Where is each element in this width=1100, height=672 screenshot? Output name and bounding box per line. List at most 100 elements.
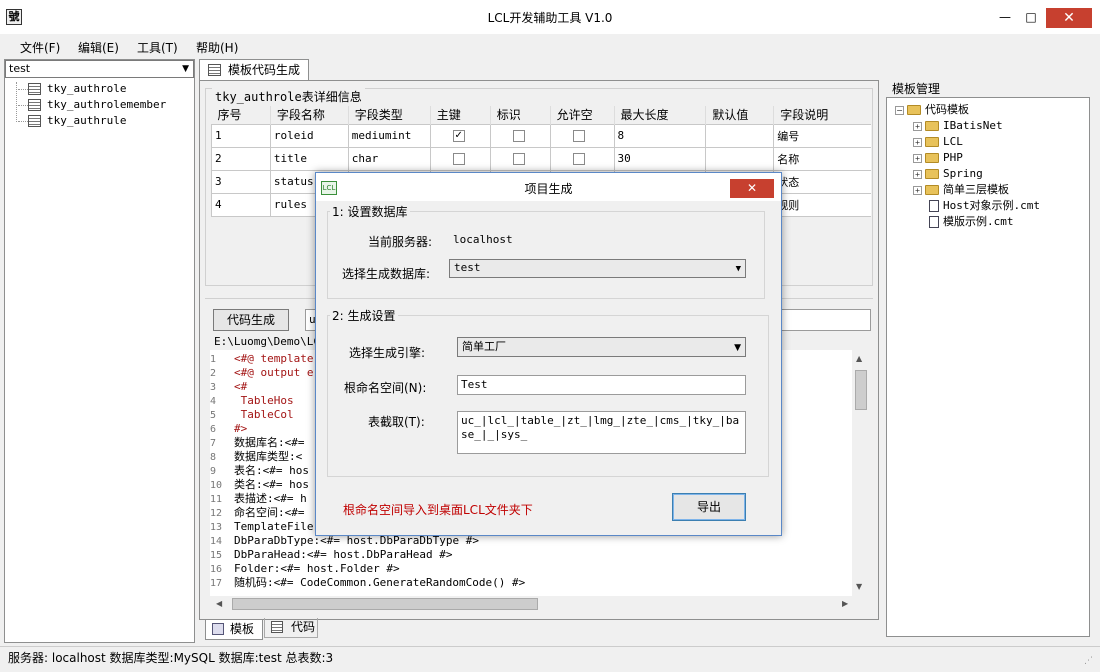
cell-desc[interactable]: 状态 [773,169,871,194]
cell-pk[interactable] [429,146,491,171]
scroll-right-icon[interactable]: ▶ [842,599,848,608]
cell-pk[interactable]: ✓ [429,123,491,148]
table-item[interactable]: tky_authrolemember [18,97,166,113]
cell-no[interactable]: 2 [211,146,271,171]
table-row[interactable]: 2 title char 30 名称 [211,146,871,171]
code-generate-button[interactable]: 代码生成 [213,309,289,331]
cell-desc[interactable]: 规则 [773,192,871,217]
folder-icon [925,137,939,147]
cell-desc[interactable]: 编号 [773,123,871,148]
cell-no[interactable]: 4 [211,192,271,217]
cell-type[interactable]: char [347,146,431,171]
cell-nullable[interactable] [549,123,615,148]
cell-maxlen[interactable]: 8 [613,123,707,148]
line-number: 17 [210,578,223,589]
cell-default[interactable] [705,123,775,148]
table-item[interactable]: tky_authrole [18,81,166,97]
col-header[interactable]: 字段名称 [270,106,349,124]
template-folder[interactable]: + LCL [913,134,1040,150]
collapse-icon[interactable]: − [895,105,904,115]
maximize-button[interactable]: □ [1016,8,1046,26]
cell-ident[interactable] [489,146,551,171]
expand-icon[interactable]: + [913,121,922,131]
line-text: 数据库名:<#= [234,436,305,449]
cell-no[interactable]: 1 [211,123,271,148]
table-icon [28,83,41,95]
namespace-input[interactable]: Test [457,375,746,395]
checkbox[interactable] [452,153,465,165]
project-generate-dialog: LCL 项目生成 ✕ 1: 设置数据库 当前服务器: localhost 选择生… [315,172,782,536]
line-text: <# [234,380,248,393]
title-bar: 號 LCL开发辅助工具 V1.0 — □ ✕ [0,0,1100,34]
export-button[interactable]: 导出 [672,493,746,521]
checkbox[interactable] [572,130,585,142]
close-window-button[interactable]: ✕ [1046,8,1092,28]
template-file[interactable]: Host对象示例.cmt [929,198,1040,214]
cell-maxlen[interactable]: 30 [613,146,707,171]
cell-nullable[interactable] [549,146,615,171]
template-file[interactable]: 模版示例.cmt [929,214,1040,230]
database-select[interactable]: test ▼ [5,60,194,78]
checkbox[interactable] [572,153,585,165]
col-header[interactable]: 字段说明 [773,106,871,124]
cell-ident[interactable] [489,123,551,148]
tab-code[interactable]: 代码 [264,618,318,638]
expand-icon[interactable]: + [913,137,922,147]
database-group [327,211,765,299]
line-number: 5 [210,410,217,421]
menu-help[interactable]: 帮助(H) [196,39,238,56]
col-header[interactable]: 标识 [490,106,551,124]
code-vertical-scrollbar[interactable]: ▲ ▼ [852,350,870,596]
database-label: 选择生成数据库: [342,267,431,281]
table-item[interactable]: tky_authrule [18,113,166,129]
col-header[interactable]: 最大长度 [614,106,707,124]
engine-dropdown[interactable]: 简单工厂 ▼ [457,337,746,357]
cell-name[interactable]: roleid [269,123,349,148]
menu-file[interactable]: 文件(F) [20,39,60,56]
template-folder[interactable]: + Spring [913,166,1040,182]
expand-icon[interactable]: + [913,169,922,179]
cell-default[interactable] [705,146,775,171]
code-line: 16 Folder:<#= host.Folder #> [210,562,858,576]
checkbox[interactable]: ✓ [452,130,465,142]
cell-no[interactable]: 3 [211,169,271,194]
expand-icon[interactable]: + [913,185,922,195]
tree-root[interactable]: − 代码模板 [895,102,1040,118]
cell-desc[interactable]: 名称 [773,146,871,171]
table-row[interactable]: 1 roleid mediumint ✓ 8 编号 [211,123,871,148]
tab-template[interactable]: 模板 [205,620,263,640]
table-trim-textarea[interactable]: uc_|lcl_|table_|zt_|lmg_|zte_|cms_|tky_|… [457,411,746,454]
cell-name[interactable]: title [269,146,349,171]
checkbox[interactable] [512,153,525,165]
template-manager-title: 模板管理 [892,82,941,96]
menu-bar: 文件(F) 编辑(E) 工具(T) 帮助(H) [0,34,1100,58]
line-number: 9 [210,466,217,477]
template-folder[interactable]: + 简单三层模板 [913,182,1040,198]
dialog-close-button[interactable]: ✕ [730,179,774,198]
scroll-up-icon[interactable]: ▲ [856,354,862,363]
tab-template-codegen[interactable]: 模板代码生成 [199,59,309,81]
col-header[interactable]: 序号 [211,106,271,124]
table-icon [28,99,41,111]
scroll-down-icon[interactable]: ▼ [856,582,862,591]
menu-tools[interactable]: 工具(T) [137,39,178,56]
template-folder[interactable]: + IBatisNet [913,118,1040,134]
menu-edit[interactable]: 编辑(E) [78,39,119,56]
folder-icon [925,185,939,195]
col-header[interactable]: 允许空 [550,106,615,124]
line-text: TableHos [234,394,294,407]
code-horizontal-scrollbar[interactable]: ◀ ▶ [210,596,852,612]
checkbox[interactable] [512,130,525,142]
col-header[interactable]: 字段类型 [348,106,431,124]
line-number: 4 [210,396,217,407]
resize-grip-icon[interactable]: ⋰ [1084,656,1093,666]
cell-type[interactable]: mediumint [347,123,431,148]
scroll-thumb[interactable] [855,370,867,410]
col-header[interactable]: 主键 [430,106,491,124]
scroll-left-icon[interactable]: ◀ [216,599,222,608]
template-folder[interactable]: + PHP [913,150,1040,166]
col-header[interactable]: 默认值 [705,106,775,124]
expand-icon[interactable]: + [913,153,922,163]
hscroll-thumb[interactable] [232,598,538,610]
database-dropdown[interactable]: test ▼ [449,259,746,278]
